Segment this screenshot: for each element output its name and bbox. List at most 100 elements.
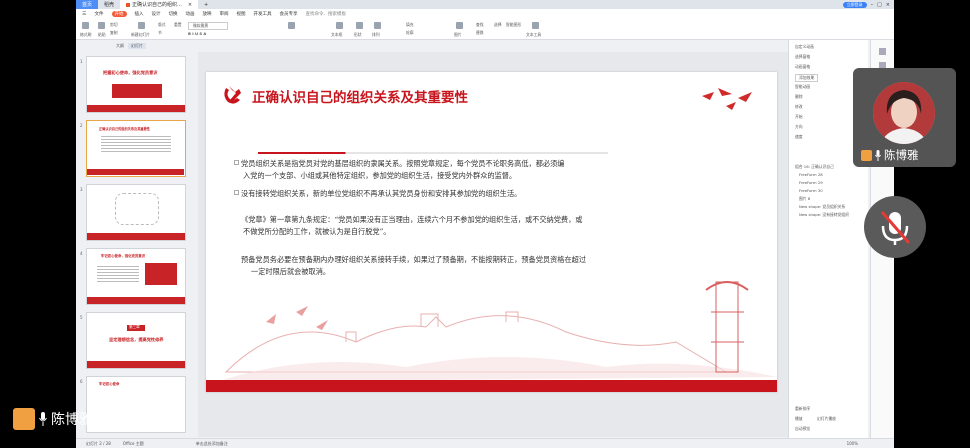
reset-button[interactable]: 重置 <box>174 22 182 28</box>
menu-developer[interactable]: 开发工具 <box>254 11 272 17</box>
panel-title: 自定义动画 <box>795 44 814 49</box>
paragraph-1[interactable]: 党员组织关系是指党员对党的基层组织的隶属关系。按照党章规定，每个党员不论职务高低… <box>241 158 564 182</box>
find-button[interactable]: 查找 <box>476 22 484 28</box>
delete-button[interactable]: 删除 <box>795 94 803 100</box>
section-button[interactable]: 节 <box>158 30 162 36</box>
zoom-level[interactable]: 100% <box>847 441 858 446</box>
menu-file[interactable]: 文件 <box>95 11 104 17</box>
close-icon[interactable]: × <box>188 2 192 8</box>
slideshow-button[interactable]: 幻灯片播放 <box>817 416 836 422</box>
menu-view[interactable]: 视图 <box>237 11 246 17</box>
theme-name: Office 主题 <box>122 440 144 446</box>
fill-button[interactable]: 填充 <box>406 22 414 28</box>
maximize-icon[interactable]: □ <box>877 2 882 8</box>
share-label-text: 陈博雅的屏幕共享 <box>51 412 163 428</box>
thumbnail-slide-4[interactable]: 4 牢记初心使命，强化党员意识 <box>80 248 186 305</box>
ppt-file-icon <box>126 2 131 7</box>
menu-review[interactable]: 审阅 <box>220 11 229 17</box>
thumbnail-number: 5 <box>80 315 83 320</box>
paragraph-3-line-1: 《党章》第一章第九条规定：“党员如果没有正当理由，连续六个月不参加党的组织生活，… <box>241 215 583 224</box>
start-field[interactable]: 开始 <box>795 114 803 120</box>
animation-list-item[interactable]: FreeForm 30 <box>799 188 823 193</box>
slide-title[interactable]: 正确认识自己的组织关系及其重要性 <box>252 86 468 106</box>
speed-field[interactable]: 速度 <box>795 134 803 140</box>
animation-list-item[interactable]: FreeForm 28 <box>799 172 823 177</box>
smart-animation-button[interactable]: 智能动画 <box>795 84 810 90</box>
ribbon-toolbar: 格式刷 粘贴 剪切 复制 新建幻灯片 版式 节 重置 微软雅黑 B I U S … <box>76 19 894 40</box>
menu-transition[interactable]: 切换 <box>169 11 178 17</box>
crane-decoration <box>696 82 766 122</box>
thumbnail-slide-1[interactable]: 1 把握初心使命，强化党员意识 <box>80 56 186 113</box>
login-button[interactable]: 立即登录 <box>842 1 867 8</box>
menu-slideshow[interactable]: 放映 <box>203 11 212 17</box>
replace-button[interactable]: 替换 <box>476 30 484 36</box>
paste-icon[interactable] <box>98 22 105 29</box>
paragraph-icon[interactable] <box>288 22 295 29</box>
current-slide[interactable]: 正确认识自己的组织关系及其重要性 党员组织关系是指党员对党的基层组织的隶属关系。… <box>206 72 777 392</box>
direction-field[interactable]: 方向 <box>795 124 803 130</box>
thumbnail-band <box>87 233 185 240</box>
minimize-icon[interactable]: – <box>871 2 874 8</box>
add-effect-button[interactable]: 添加效果 <box>795 74 819 82</box>
text-tool-icon[interactable] <box>532 22 539 29</box>
thumbnail-title: 牢记初心使命，强化党员意识 <box>101 254 146 258</box>
paragraph-2[interactable]: 没有接转党组织关系，新的单位党组织不再承认其党员身份和安排其参加党的组织生活。 <box>241 188 521 200</box>
font-style-buttons[interactable]: B I U S A <box>188 31 206 36</box>
self-video-tile[interactable]: 陈博雅 <box>853 68 956 167</box>
command-search[interactable]: 查找命令、搜索模板 <box>306 11 347 17</box>
animation-list-item[interactable]: 图片 8 <box>799 196 810 202</box>
menu-hamburger[interactable]: 三 <box>82 11 87 17</box>
tab-docer[interactable]: 稻壳 <box>98 0 120 9</box>
new-slide-icon[interactable] <box>138 22 145 29</box>
paragraph-1-line-2: 入党的一个支部、小组或其他特定组织，参加党的组织生活，接受党内外群众的监督。 <box>243 171 517 180</box>
thumbnail-slide-2[interactable]: 2 正确认识自己的组织关系及其重要性 <box>80 120 186 177</box>
animation-pane-button[interactable]: 动画窗格 <box>795 64 810 70</box>
shared-screen: 首页 稻壳 正确认识自己的组织... × + 立即登录 – □ × 三 文件 开… <box>76 0 894 448</box>
user-icon <box>13 408 35 430</box>
select-button[interactable]: 选择 <box>494 22 502 28</box>
animation-list-item[interactable]: New shape: 党员组织关系 <box>799 204 845 210</box>
reorder-button[interactable]: 重新排序 <box>795 406 810 412</box>
copy-button[interactable]: 复制 <box>110 30 118 36</box>
animation-list-item[interactable]: New shape: 没有接转党组织 <box>799 212 849 218</box>
menu-insert[interactable]: 插入 <box>135 11 144 17</box>
tab-outline[interactable]: 大纲 <box>116 43 124 49</box>
thumbnail-slide-3[interactable]: 3 <box>80 184 186 241</box>
selection-pane-button[interactable]: 选择窗格 <box>795 54 810 60</box>
modify-button[interactable]: 修改 <box>795 104 803 110</box>
tab-slides[interactable]: 幻灯片 <box>128 43 146 49</box>
outline-button[interactable]: 轮廓 <box>406 30 414 36</box>
layout-button[interactable]: 版式 <box>158 22 166 28</box>
paragraph-3[interactable]: 《党章》第一章第九条规定：“党员如果没有正当理由，连续六个月不参加党的组织生活，… <box>241 214 583 238</box>
mute-microphone-button[interactable] <box>864 196 926 258</box>
font-select[interactable]: 微软雅黑 <box>188 22 228 30</box>
shape-icon[interactable] <box>356 22 363 29</box>
panel-icon[interactable] <box>879 48 886 55</box>
format-painter-icon[interactable] <box>82 22 89 29</box>
animation-list-item[interactable]: 组合 16: 正确认识自己 <box>795 164 834 170</box>
menu-member[interactable]: 会员专享 <box>280 11 298 17</box>
tiananmen-graphic <box>112 84 162 98</box>
thumbnail-number: 4 <box>80 251 83 256</box>
menu-design[interactable]: 设计 <box>152 11 161 17</box>
sidebar-view-toggle: 大纲 幻灯片 <box>116 43 146 49</box>
menu-animation[interactable]: 动画 <box>186 11 195 17</box>
window-close-icon[interactable]: × <box>886 2 890 8</box>
tab-document[interactable]: 正确认识自己的组织... × <box>120 0 199 9</box>
cut-button[interactable]: 剪切 <box>110 22 118 28</box>
arrange-icon[interactable] <box>374 22 381 29</box>
menu-start[interactable]: 开始 <box>111 11 127 17</box>
play-button[interactable]: 播放 <box>795 416 803 422</box>
text-box-icon[interactable] <box>336 22 343 29</box>
auto-preview-checkbox[interactable]: 自动预览 <box>795 426 810 432</box>
title-divider <box>258 152 608 154</box>
smart-graphic-button[interactable]: 智能图形 <box>506 22 521 28</box>
thumbnail-slide-5[interactable]: 5 第三章 坚定理想信念，提高党性修养 <box>80 312 186 369</box>
new-tab-button[interactable]: + <box>198 0 214 9</box>
animation-list-item[interactable]: FreeForm 29 <box>799 180 823 185</box>
thumbnail-title: 牢记初心使命 <box>99 382 120 386</box>
picture-icon[interactable] <box>456 22 463 29</box>
tab-home[interactable]: 首页 <box>76 0 99 9</box>
notes-placeholder[interactable]: 单击此处添加备注 <box>196 441 228 447</box>
picture-label: 图片 <box>454 32 462 37</box>
